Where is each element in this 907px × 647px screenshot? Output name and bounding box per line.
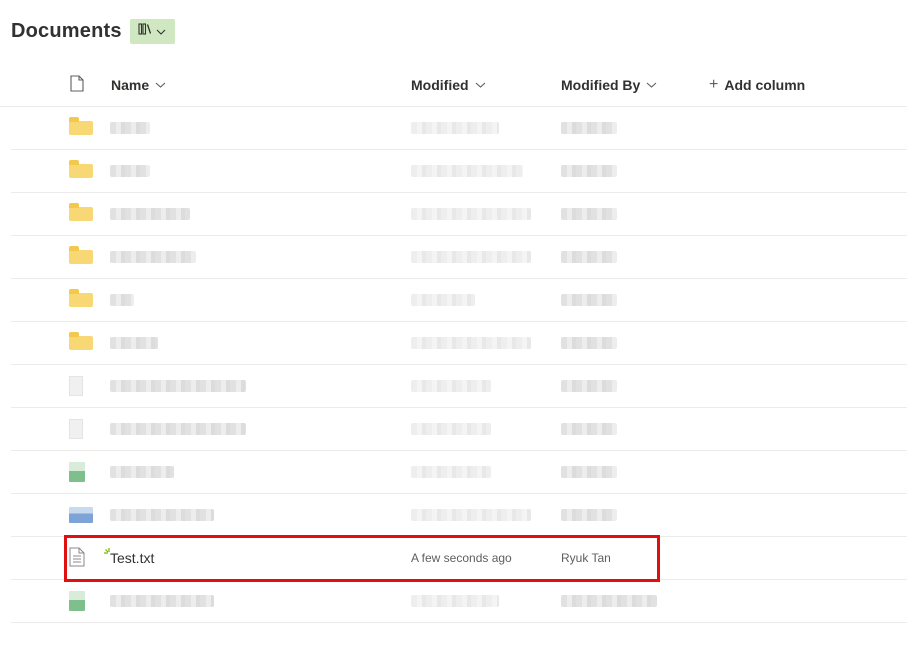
- redacted-name: [110, 165, 150, 177]
- redacted-name: [110, 122, 150, 134]
- chevron-down-icon: [156, 22, 166, 40]
- redacted-author: [561, 595, 657, 607]
- chevron-down-icon: [646, 82, 657, 88]
- modified-column-label: Modified: [411, 77, 469, 93]
- redacted-date: [411, 294, 475, 306]
- redacted-date: [411, 165, 523, 177]
- folder-icon: [69, 117, 93, 135]
- list-item[interactable]: [11, 451, 907, 494]
- spreadsheet-icon: [69, 591, 85, 611]
- redacted-date: [411, 595, 499, 607]
- page-title: Documents: [11, 19, 122, 42]
- redacted-date: [411, 509, 531, 521]
- redacted-date: [411, 251, 531, 263]
- redacted-author: [561, 251, 617, 263]
- redacted-author: [561, 466, 617, 478]
- folder-icon: [69, 332, 93, 350]
- redacted-name: [110, 294, 134, 306]
- redacted-author: [561, 294, 617, 306]
- redacted-name: [110, 251, 196, 263]
- redacted-date: [411, 423, 491, 435]
- redacted-author: [561, 337, 617, 349]
- chevron-down-icon: [475, 82, 486, 88]
- name-column-header[interactable]: Name: [111, 63, 166, 107]
- chevron-down-icon: [155, 82, 166, 88]
- list-item[interactable]: [11, 150, 907, 193]
- file-list: Test.txt A few seconds ago Ryuk Tan: [0, 107, 907, 623]
- modified-by-column-header[interactable]: Modified By: [561, 63, 657, 107]
- redacted-name: [110, 509, 214, 521]
- redacted-date: [411, 380, 491, 392]
- redacted-name: [110, 466, 174, 478]
- view-switcher-button[interactable]: [129, 18, 175, 44]
- list-item[interactable]: [11, 193, 907, 236]
- redacted-author: [561, 208, 617, 220]
- redacted-name: [110, 595, 214, 607]
- modified-by-column-label: Modified By: [561, 77, 641, 93]
- list-item[interactable]: [11, 494, 907, 537]
- library-header: Documents: [11, 16, 175, 46]
- list-item[interactable]: [11, 236, 907, 279]
- document-icon: [69, 507, 93, 523]
- redacted-author: [561, 122, 617, 134]
- redacted-author: [561, 509, 617, 521]
- list-item[interactable]: [11, 107, 907, 150]
- add-column-button[interactable]: + Add column: [709, 63, 805, 107]
- list-item[interactable]: [11, 365, 907, 408]
- column-header-row: Name Modified Modified By + Add column: [0, 63, 907, 107]
- text-file-icon: [69, 547, 85, 570]
- list-item-test-txt[interactable]: Test.txt A few seconds ago Ryuk Tan: [11, 537, 907, 580]
- list-item[interactable]: [11, 580, 907, 623]
- folder-icon: [69, 289, 93, 307]
- redacted-date: [411, 208, 531, 220]
- folder-icon: [69, 246, 93, 264]
- modified-by-value[interactable]: Ryuk Tan: [561, 537, 611, 579]
- redacted-author: [561, 165, 617, 177]
- redacted-date: [411, 337, 531, 349]
- modified-column-header[interactable]: Modified: [411, 63, 486, 107]
- spreadsheet-icon: [69, 462, 85, 482]
- file-name[interactable]: Test.txt: [110, 537, 154, 579]
- list-item[interactable]: [11, 322, 907, 365]
- folder-icon: [69, 203, 93, 221]
- list-item[interactable]: [11, 408, 907, 451]
- list-item[interactable]: [11, 279, 907, 322]
- add-column-label: Add column: [724, 77, 806, 93]
- file-icon: [69, 376, 83, 396]
- redacted-name: [110, 337, 158, 349]
- new-item-sparkle-icon: [104, 545, 114, 563]
- modified-value: A few seconds ago: [411, 551, 512, 565]
- redacted-name: [110, 380, 246, 392]
- redacted-date: [411, 122, 499, 134]
- name-column-label: Name: [111, 77, 150, 93]
- redacted-date: [411, 466, 491, 478]
- file-icon: [69, 419, 83, 439]
- file-type-column-header[interactable]: [70, 63, 84, 107]
- redacted-name: [110, 208, 190, 220]
- plus-icon: +: [709, 76, 719, 93]
- library-icon: [138, 22, 152, 40]
- redacted-name: [110, 423, 246, 435]
- redacted-author: [561, 380, 617, 392]
- redacted-author: [561, 423, 617, 435]
- folder-icon: [69, 160, 93, 178]
- file-type-icon: [70, 75, 84, 95]
